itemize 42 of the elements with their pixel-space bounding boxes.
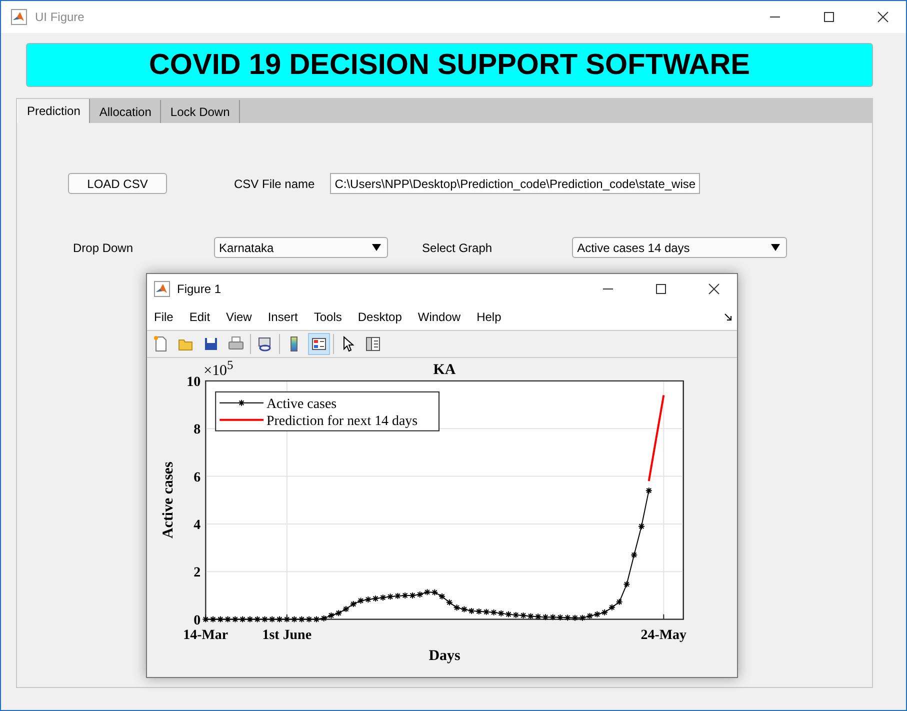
load-csv-button[interactable]: LOAD CSV (68, 173, 167, 194)
app-header: COVID 19 DECISION SUPPORT SOFTWARE (26, 43, 873, 87)
y-tick-label: 2 (194, 565, 201, 580)
y-tick-label: 0 (194, 613, 201, 628)
y-tick-label: 8 (194, 422, 201, 438)
field-label: CSV File name (234, 176, 315, 190)
file-path-field[interactable]: C:\Users\NPP\Desktop\Prediction_code\Prediction_code\state_wise (330, 173, 700, 194)
window-title: UI Figure (35, 10, 86, 24)
menu-item[interactable]: File (154, 310, 174, 324)
legend-icon[interactable] (308, 332, 330, 355)
legend-label: Prediction for next 14 days (266, 414, 418, 429)
state-dropdown[interactable]: Karnataka (214, 237, 388, 258)
legend-swatch (220, 418, 264, 421)
menu-item[interactable]: Tools (314, 310, 342, 324)
x-tick-label: 24-May (640, 628, 687, 644)
x-axis-label: Days (428, 648, 460, 664)
menu-item[interactable]: Help (476, 310, 502, 324)
legend-label: Active cases (266, 396, 337, 412)
menu-item[interactable]: View (226, 310, 252, 324)
field-label: Select Graph (422, 240, 492, 254)
y-tick-label: 4 (194, 518, 201, 533)
matlab-logo-icon (11, 9, 27, 25)
menu-item[interactable]: Desktop (358, 310, 402, 324)
caret-icon (771, 244, 780, 251)
y-tick-label: 10 (186, 374, 201, 390)
field-label: Drop Down (73, 240, 134, 254)
graph-dropdown[interactable]: Active cases 14 days (572, 237, 788, 258)
matlab-logo-icon (154, 281, 170, 297)
x-tick-label: 14-Mar (183, 628, 228, 644)
figure-title: Figure 1 (177, 282, 222, 296)
axis-exponent: ×10$^{5}$ (204, 362, 234, 379)
menu-item[interactable]: Insert (268, 310, 298, 324)
tab[interactable]: Prediction (17, 99, 90, 123)
caret-icon (372, 244, 382, 251)
menu-item[interactable]: Edit (189, 310, 210, 324)
chart-title: KA (433, 362, 456, 378)
dock-arrow-icon[interactable] (724, 312, 732, 321)
y-tick-label: 6 (194, 470, 201, 486)
x-tick-label: 1st June (262, 628, 312, 644)
menu-item[interactable]: Window (418, 310, 461, 324)
y-axis-label: Active cases (160, 462, 177, 538)
legend-swatch (219, 399, 264, 406)
